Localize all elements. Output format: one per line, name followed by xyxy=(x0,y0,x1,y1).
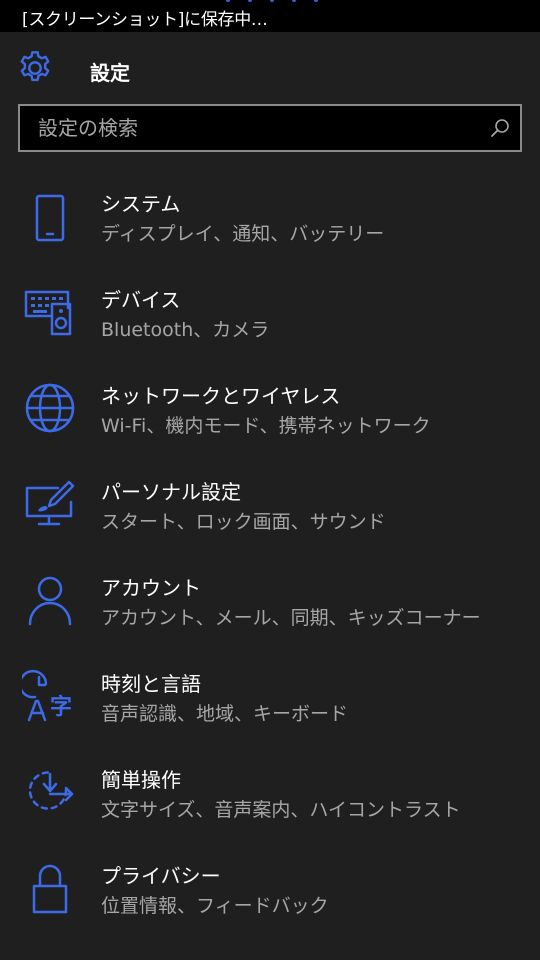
settings-item-title: デバイス xyxy=(101,288,181,312)
phone-icon xyxy=(35,194,65,242)
settings-item-ease-of-access[interactable]: 簡単操作 文字サイズ、音声案内、ハイコントラスト xyxy=(0,744,540,840)
settings-item-network[interactable]: ネットワークとワイヤレス Wi-Fi、機内モード、携帯ネットワーク xyxy=(0,360,540,456)
settings-item-subtitle: ディスプレイ、通知、バッテリー xyxy=(101,223,385,245)
settings-item-title: ネットワークとワイヤレス xyxy=(101,384,341,408)
search-box[interactable] xyxy=(18,104,522,152)
settings-item-time-language[interactable]: 字 時刻と言語 音声認識、地域、キーボード xyxy=(0,648,540,744)
devices-icon xyxy=(24,290,72,336)
gear-icon[interactable] xyxy=(16,49,54,87)
personalization-icon xyxy=(25,480,75,526)
settings-item-title: 簡単操作 xyxy=(101,768,181,792)
settings-item-subtitle: アカウント、メール、同期、キッズコーナー xyxy=(101,607,481,629)
settings-item-personalization[interactable]: パーソナル設定 スタート、ロック画面、サウンド xyxy=(0,456,540,552)
settings-item-title: システム xyxy=(101,192,181,216)
svg-text:字: 字 xyxy=(50,694,72,720)
person-icon xyxy=(28,576,72,626)
search-icon[interactable] xyxy=(490,118,510,138)
status-text: [スクリーンショット]に保存中… xyxy=(22,10,268,30)
header: 設定 xyxy=(0,32,540,104)
settings-item-title: アカウント xyxy=(101,576,201,600)
progress-dots xyxy=(226,0,326,6)
lock-icon xyxy=(32,864,68,914)
globe-icon xyxy=(25,383,75,433)
time-language-icon: 字 xyxy=(22,669,72,722)
settings-item-title: パーソナル設定 xyxy=(101,480,241,504)
settings-item-privacy[interactable]: プライバシー 位置情報、フィードバック xyxy=(0,840,540,936)
page-title: 設定 xyxy=(90,61,130,85)
settings-item-subtitle: 文字サイズ、音声案内、ハイコントラスト xyxy=(101,799,461,821)
settings-item-system[interactable]: システム ディスプレイ、通知、バッテリー xyxy=(0,168,540,264)
settings-item-subtitle: 音声認識、地域、キーボード xyxy=(101,703,349,725)
settings-item-subtitle: Wi-Fi、機内モード、携帯ネットワーク xyxy=(101,415,431,437)
settings-item-subtitle: Bluetooth、カメラ xyxy=(101,319,270,341)
search-input[interactable] xyxy=(38,106,468,150)
settings-item-accounts[interactable]: アカウント アカウント、メール、同期、キッズコーナー xyxy=(0,552,540,648)
settings-item-title: 時刻と言語 xyxy=(101,672,201,696)
ease-of-access-icon xyxy=(28,771,74,810)
settings-item-subtitle: 位置情報、フィードバック xyxy=(101,895,329,917)
settings-item-title: プライバシー xyxy=(101,864,221,888)
settings-item-subtitle: スタート、ロック画面、サウンド xyxy=(101,511,386,533)
settings-item-devices[interactable]: デバイス Bluetooth、カメラ xyxy=(0,264,540,360)
status-bar: [スクリーンショット]に保存中… xyxy=(0,0,540,32)
